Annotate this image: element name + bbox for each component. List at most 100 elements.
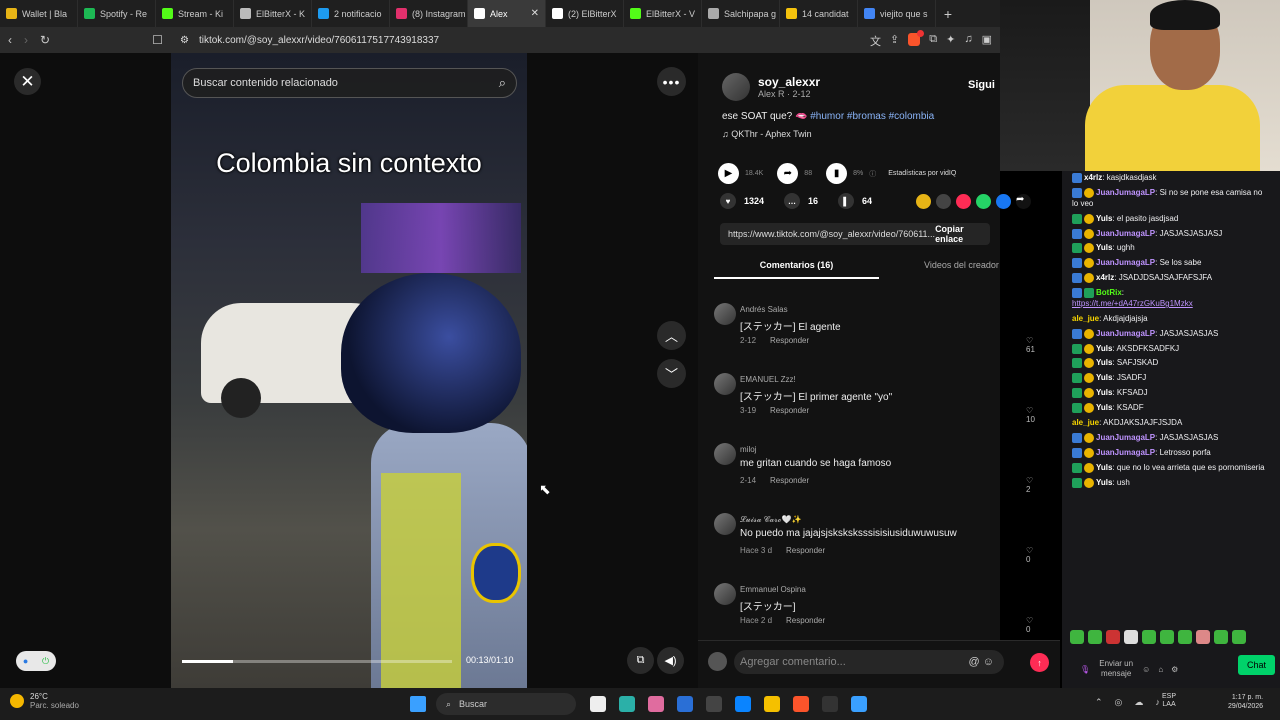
more-options-button[interactable]: ••• <box>657 67 686 96</box>
bar-chart-icon[interactable]: ▮ <box>826 163 848 184</box>
puzzle-icon[interactable]: ✦ <box>946 33 955 49</box>
extension-pill[interactable]: ● ⏻ <box>16 651 56 671</box>
chat-username[interactable]: Yuls <box>1096 244 1112 253</box>
back-icon[interactable]: ‹ <box>8 33 12 47</box>
chevron-up-icon[interactable]: ⌃ <box>1095 697 1103 708</box>
avatar[interactable] <box>714 513 736 535</box>
follow-button[interactable]: Sigui <box>968 79 995 91</box>
emote-icon[interactable] <box>1070 630 1084 644</box>
hashtags[interactable]: #humor #bromas #colombia <box>810 111 934 122</box>
chat-username[interactable]: JuanJumagaLP <box>1096 188 1155 197</box>
browser-tab[interactable]: Wallet | Bla <box>0 0 78 27</box>
music-title[interactable]: QKThr - Aphex Twin <box>731 129 811 139</box>
share-arrow-icon[interactable]: ➦ <box>777 163 799 184</box>
avatar[interactable] <box>714 373 736 395</box>
chat-link[interactable]: https://t.me/+dA47rzGKuBg1Mzkx <box>1072 299 1193 308</box>
author-username[interactable]: soy_alexxr <box>758 75 820 89</box>
play-icon[interactable]: ▶ <box>718 163 739 184</box>
browser-tab[interactable]: 2 notificacio <box>312 0 390 27</box>
chat-username[interactable]: Yuls <box>1096 359 1112 368</box>
chat-username[interactable]: ale_jue <box>1072 418 1099 427</box>
facebook-icon[interactable] <box>996 194 1011 209</box>
chat-username[interactable]: JuanJumagaLP <box>1096 329 1155 338</box>
chat-username[interactable]: x4rlz <box>1084 173 1102 182</box>
music-line[interactable]: ♫ QKThr - Aphex Twin <box>722 129 812 139</box>
comment-input[interactable]: Agregar comentario... @ ☺ <box>734 650 1004 674</box>
coin-icon[interactable] <box>916 194 931 209</box>
mention-emoji-icon[interactable]: @ ☺ <box>969 656 994 668</box>
reply-button[interactable]: Responder <box>786 546 825 555</box>
chat-input[interactable]: Enviar un mensaje <box>1098 659 1134 678</box>
browser-tab[interactable]: ElBitterX - K <box>234 0 312 27</box>
site-info-icon[interactable]: ⚙ <box>180 35 189 46</box>
forward-icon[interactable]: › <box>24 33 28 47</box>
browser-tab[interactable]: viejito que s <box>858 0 936 27</box>
close-button[interactable]: ✕ <box>14 68 41 95</box>
avatar[interactable] <box>722 73 750 101</box>
emote-icon[interactable] <box>1196 630 1210 644</box>
language-indicator[interactable]: ESP LAA <box>1162 693 1176 710</box>
chat-username[interactable]: Yuls <box>1096 214 1112 223</box>
browser-tab[interactable]: Salchipapa g <box>702 0 780 27</box>
browser-tab[interactable]: Alex ✕ <box>468 0 546 27</box>
whatsapp-icon[interactable] <box>976 194 991 209</box>
browser-tab[interactable]: 14 candidat <box>780 0 858 27</box>
emote-icon[interactable] <box>1160 630 1174 644</box>
widget-app-icon[interactable] <box>619 696 635 712</box>
reply-button[interactable]: Responder <box>770 406 809 415</box>
reply-button[interactable]: Responder <box>786 616 825 625</box>
previous-video-button[interactable]: ︿ <box>657 321 686 350</box>
chat-username[interactable]: Yuls <box>1096 344 1112 353</box>
copy-link-button[interactable]: Copiar enlace <box>935 224 982 244</box>
video-progress-bar[interactable] <box>182 660 452 663</box>
avatar[interactable] <box>714 443 736 465</box>
task-view-icon[interactable] <box>590 696 606 712</box>
chat-username[interactable]: Yuls <box>1096 463 1112 472</box>
tab-creator-videos[interactable]: Videos del creador <box>879 253 1044 279</box>
obs-icon[interactable] <box>822 696 838 712</box>
chat-username[interactable]: x4rlz <box>1096 273 1114 282</box>
emoji-icon[interactable]: ☺ <box>1142 665 1150 674</box>
comment-like[interactable]: ♡ 0 <box>1026 616 1034 634</box>
clock[interactable]: 1:17 p. m. 29/04/2026 <box>1228 693 1263 711</box>
taskbar-search[interactable]: ⌕ Buscar <box>436 693 576 715</box>
emote-icon[interactable] <box>1142 630 1156 644</box>
reply-button[interactable]: Responder <box>770 336 809 345</box>
chat-username[interactable]: JuanJumagaLP <box>1096 258 1155 267</box>
comment-author[interactable]: EMANUEL Zzz! <box>740 375 796 384</box>
comment-author[interactable]: 𝓛𝓾𝓲𝓼𝓪 𝓒𝓪𝓻𝓸🤍✨ <box>740 515 801 525</box>
store-icon[interactable] <box>677 696 693 712</box>
translate-icon[interactable]: 文 <box>870 33 881 49</box>
close-tab-icon[interactable]: ✕ <box>531 8 539 19</box>
chat-send-button[interactable]: Chat <box>1238 655 1275 675</box>
emote-icon[interactable] <box>1124 630 1138 644</box>
brave-icon[interactable] <box>793 696 809 712</box>
url-text[interactable]: tiktok.com/@soy_alexxr/video/76061175177… <box>199 35 439 46</box>
heart-icon[interactable]: ♥ <box>720 193 736 209</box>
post-comment-button[interactable]: ↑ <box>1030 653 1049 672</box>
sidebar-icon[interactable]: ▣ <box>982 33 992 49</box>
comment-like[interactable]: ♡ 61 <box>1026 336 1035 354</box>
chat-username[interactable]: Yuls <box>1096 403 1112 412</box>
mic-icon[interactable]: ♪ <box>1155 697 1160 708</box>
send-icon[interactable] <box>956 194 971 209</box>
extension-icon[interactable]: ⧉ <box>929 33 937 49</box>
cloud-icon[interactable]: ☁ <box>1134 697 1143 708</box>
chat-username[interactable]: JuanJumagaLP <box>1096 433 1155 442</box>
emote-icon[interactable] <box>1106 630 1120 644</box>
related-search-input[interactable]: Buscar contenido relacionado ⌕ <box>182 68 517 98</box>
emote-icon[interactable] <box>1232 630 1246 644</box>
network-icon[interactable]: ◎ <box>1115 697 1123 708</box>
volume-button[interactable]: ◀) <box>657 647 684 674</box>
reload-icon[interactable]: ↻ <box>40 33 50 47</box>
reply-button[interactable]: Responder <box>770 476 809 485</box>
edge-icon[interactable] <box>735 696 751 712</box>
emote-icon[interactable] <box>1178 630 1192 644</box>
chat-username[interactable]: Yuls <box>1096 388 1112 397</box>
mic-icon[interactable]: 🎙 <box>1080 665 1090 674</box>
bookmark-icon[interactable]: ☐ <box>152 33 163 47</box>
browser-tab[interactable]: (8) Instagram <box>390 0 468 27</box>
bookmark-icon[interactable]: ▌ <box>838 193 855 209</box>
weather-widget[interactable]: 26°C Parc. soleado <box>10 692 79 710</box>
chat-username[interactable]: JuanJumagaLP <box>1096 448 1155 457</box>
